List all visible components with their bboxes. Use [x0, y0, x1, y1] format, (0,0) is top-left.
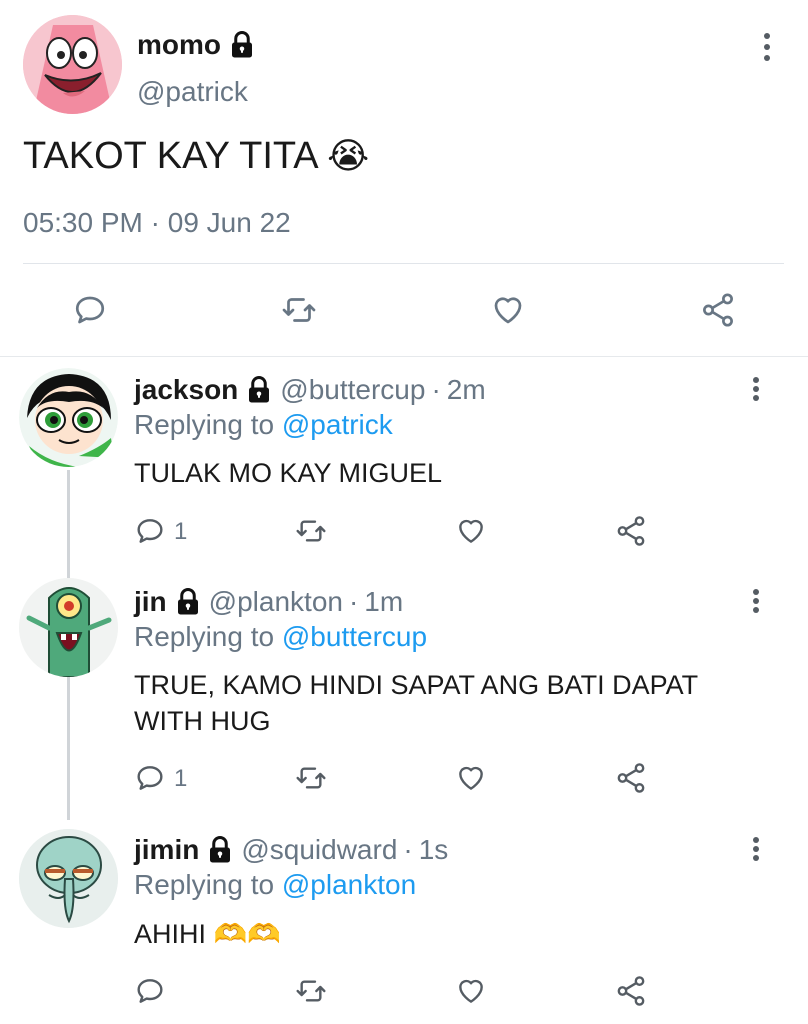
share-icon [617, 976, 645, 1006]
reply1-replying-prefix: Replying to [134, 409, 275, 440]
more-vertical-icon[interactable] [763, 33, 771, 63]
reply1-dot: · [431, 374, 441, 405]
reply3-reply-button[interactable] [134, 975, 166, 1007]
heart-icon [494, 297, 522, 324]
reply1-reply-count: 1 [174, 518, 188, 545]
reply2-text-line1: TRUE, KAMO HINDI SAPAT ANG BATI DAPAT [134, 670, 699, 700]
reply2-replying-to: Replying to @buttercup [134, 621, 427, 653]
retweet-icon [296, 980, 326, 1002]
patrick-avatar-image [23, 15, 122, 114]
main-time: 05:30 PM [23, 207, 143, 238]
more-vertical-icon[interactable] [752, 589, 760, 619]
main-divider [23, 263, 784, 264]
reply2-reply-count: 1 [174, 765, 188, 792]
lock-icon [232, 31, 252, 58]
reply3-share-button[interactable] [614, 974, 648, 1008]
reply3-like-button[interactable] [454, 975, 488, 1007]
reply2-like-button[interactable] [454, 762, 488, 794]
reply2-handle[interactable]: @plankton [209, 586, 343, 618]
main-share-button[interactable] [699, 291, 737, 329]
heart-icon [459, 979, 483, 1003]
plankton-avatar-image [19, 578, 118, 677]
reply1-age: 2m [446, 374, 486, 405]
share-icon [617, 763, 645, 793]
reply2-text-line2: WITH HUG [134, 706, 271, 736]
reply3-display-name[interactable]: jimin [134, 834, 199, 866]
reply-icon [75, 296, 105, 324]
reply2-retweet-button[interactable] [294, 762, 328, 794]
retweet-icon [296, 520, 326, 542]
reply3-header: jimin @squidward · 1s [134, 832, 448, 868]
reply2-replying-prefix: Replying to [134, 621, 275, 652]
heart-hands-emoji: 🫶🫶 [213, 919, 281, 950]
reply2-reply-button[interactable] [134, 762, 166, 794]
reply3-replying-to: Replying to @plankton [134, 869, 416, 901]
squidward-avatar-image [19, 829, 118, 928]
main-separator: · [150, 207, 160, 238]
main-reply-button[interactable] [72, 292, 108, 328]
share-icon [617, 516, 645, 546]
main-timestamp: 05:30 PM · 09 Jun 22 [23, 207, 291, 239]
heart-icon [459, 766, 483, 790]
main-display-name[interactable]: momo [137, 29, 221, 61]
buttercup-avatar-image [19, 368, 118, 467]
avatar-jimin[interactable] [19, 829, 118, 928]
reply2-replying-link[interactable]: @buttercup [282, 621, 427, 652]
reply3-retweet-button[interactable] [294, 975, 328, 1007]
reply2-share-button[interactable] [614, 761, 648, 795]
reply3-text: AHIHI 🫶🫶 [134, 918, 281, 950]
share-icon [703, 293, 733, 327]
reply1-header: jackson @buttercup · 2m [134, 372, 486, 408]
retweet-icon [282, 298, 316, 322]
lock-icon [177, 588, 198, 615]
reply1-text: TULAK MO KAY MIGUEL [134, 458, 443, 488]
section-divider [0, 356, 808, 357]
more-vertical-icon[interactable] [752, 377, 760, 407]
reply-icon [137, 979, 163, 1003]
reply1-reply-button[interactable] [134, 515, 166, 547]
main-handle[interactable]: @patrick [137, 76, 248, 108]
lock-icon [210, 836, 231, 863]
reply1-display-name[interactable]: jackson [134, 374, 238, 406]
reply1-replying-link[interactable]: @patrick [282, 409, 393, 440]
more-vertical-icon[interactable] [752, 837, 760, 867]
heart-icon [459, 519, 483, 543]
main-author[interactable]: momo [137, 27, 257, 63]
reply-icon [137, 519, 163, 543]
reply-icon [137, 766, 163, 790]
reply3-dot: · [403, 834, 413, 865]
reply3-replying-link[interactable]: @plankton [282, 869, 416, 900]
retweet-icon [296, 767, 326, 789]
reply1-share-button[interactable] [614, 514, 648, 548]
reply2-header: jin @plankton · 1m [134, 584, 403, 620]
reply3-replying-prefix: Replying to [134, 869, 275, 900]
main-tweet-body: TAKOT KAY TITA [23, 135, 317, 177]
avatar-jin[interactable] [19, 578, 118, 677]
crying-emoji: 😭 [327, 136, 370, 177]
main-like-button[interactable] [489, 292, 527, 328]
main-tweet-text: TAKOT KAY TITA 😭 [23, 134, 369, 179]
main-date: 09 Jun 22 [167, 207, 291, 238]
reply1-handle[interactable]: @buttercup [280, 374, 425, 406]
reply2-dot: · [348, 586, 359, 617]
reply1-replying-to: Replying to @patrick [134, 409, 393, 441]
reply3-body: AHIHI [134, 919, 207, 949]
reply2-display-name[interactable]: jin [134, 586, 167, 618]
reply1-retweet-button[interactable] [294, 515, 328, 547]
reply3-handle[interactable]: @squidward [241, 834, 397, 866]
avatar-momo[interactable] [23, 15, 122, 114]
reply3-age: 1s [418, 834, 449, 865]
reply1-like-button[interactable] [454, 515, 488, 547]
lock-icon [249, 376, 270, 403]
main-retweet-button[interactable] [280, 292, 318, 328]
avatar-jackson[interactable] [19, 368, 118, 467]
reply2-age: 1m [364, 586, 404, 617]
